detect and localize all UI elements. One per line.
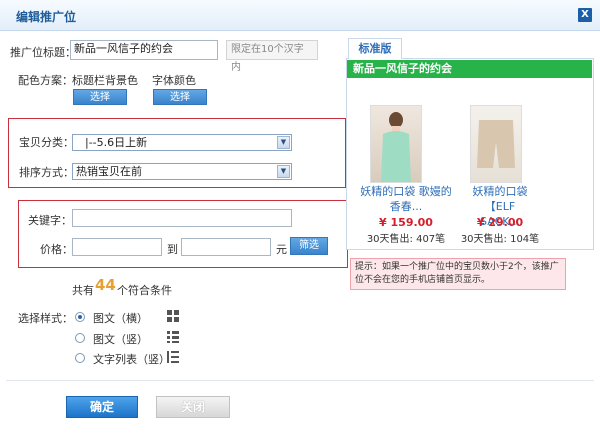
chevron-down-icon: ▼ — [277, 165, 290, 178]
tab-standard[interactable]: 标准版 — [348, 38, 402, 59]
style-option-label: 图文（横） — [93, 312, 148, 325]
product-price: ¥ 159.00 — [379, 216, 433, 229]
result-prefix: 共有 — [72, 284, 94, 297]
preview-header: 新品一风信子的约会 — [347, 60, 592, 78]
filter-button[interactable]: 筛选 — [290, 237, 328, 255]
keyword-label: 关键字： — [28, 214, 72, 227]
close-icon[interactable]: X — [578, 8, 592, 22]
style-option-label: 图文（竖） — [93, 333, 148, 346]
title-label: 推广位标题： — [10, 46, 76, 59]
sort-select[interactable]: 热销宝贝在前 ▼ — [72, 163, 292, 180]
style-radio-text-list[interactable] — [75, 353, 85, 363]
result-suffix: 个符合条件 — [117, 284, 172, 297]
keyword-input[interactable] — [72, 209, 292, 227]
tab-standard-label: 标准版 — [358, 42, 392, 55]
style-radio-vertical[interactable] — [75, 333, 85, 343]
product-sold: 30天售出: 407笔 — [366, 234, 446, 245]
product-photo-icon — [477, 120, 515, 168]
preview-header-title: 新品一风信子的约会 — [353, 62, 452, 75]
product-title-line: 妖精的口袋【ELF — [472, 185, 528, 213]
close-button[interactable]: 关闭 — [156, 396, 230, 418]
sort-select-value: 热销宝贝在前 — [76, 165, 142, 178]
category-label: 宝贝分类： — [19, 136, 74, 149]
price-min-input[interactable] — [72, 238, 162, 256]
list-vertical-icon — [167, 331, 179, 343]
sort-label: 排序方式： — [19, 166, 74, 179]
category-select-value: |--5.6日上新 — [85, 136, 148, 149]
dialog-titlebar: 编辑推广位 X — [0, 0, 600, 31]
style-radio-horizontal[interactable] — [75, 312, 85, 322]
titlebar-bg-label: 标题栏背景色 — [72, 74, 138, 87]
titlebar-color-select-button[interactable]: 选择 — [73, 89, 127, 105]
font-color-label: 字体颜色 — [152, 74, 196, 87]
category-select[interactable]: |--5.6日上新 ▼ — [72, 134, 292, 151]
footer-divider — [6, 380, 594, 381]
product-price: ¥ 29.00 — [476, 216, 524, 229]
dialog-title: 编辑推广位 — [16, 10, 77, 24]
product-image[interactable] — [370, 105, 422, 183]
style-label: 选择样式： — [18, 312, 73, 325]
result-count: 44 — [95, 276, 116, 294]
product-sold: 30天售出: 104笔 — [460, 234, 540, 245]
style-option-label: 文字列表（竖） — [93, 353, 170, 366]
ok-button[interactable]: 确定 — [66, 396, 138, 418]
product-title-line: 香春... — [389, 200, 423, 213]
price-max-input[interactable] — [181, 238, 271, 256]
product-title-line: 妖精的口袋 歌嫚的 — [360, 185, 452, 198]
title-input[interactable]: 新品一风信子的约会 — [70, 40, 218, 60]
font-color-select-button[interactable]: 选择 — [153, 89, 207, 105]
grid-horizontal-icon — [167, 310, 179, 322]
text-list-icon — [167, 351, 179, 363]
color-scheme-label: 配色方案： — [18, 74, 73, 87]
notice-box: 提示：如果一个推广位中的宝贝数小于2个，该推广位不会在您的手机店铺首页显示。 — [350, 258, 566, 290]
title-hint: 限定在10个汉字内 — [226, 40, 318, 73]
product-image[interactable] — [470, 105, 522, 183]
price-to-label: 到 — [167, 243, 178, 256]
price-label: 价格： — [40, 243, 73, 256]
chevron-down-icon: ▼ — [277, 136, 290, 149]
product-title[interactable]: 妖精的口袋 歌嫚的 香春... — [356, 184, 456, 214]
product-photo-icon — [381, 112, 411, 182]
price-unit-label: 元 — [276, 243, 287, 256]
